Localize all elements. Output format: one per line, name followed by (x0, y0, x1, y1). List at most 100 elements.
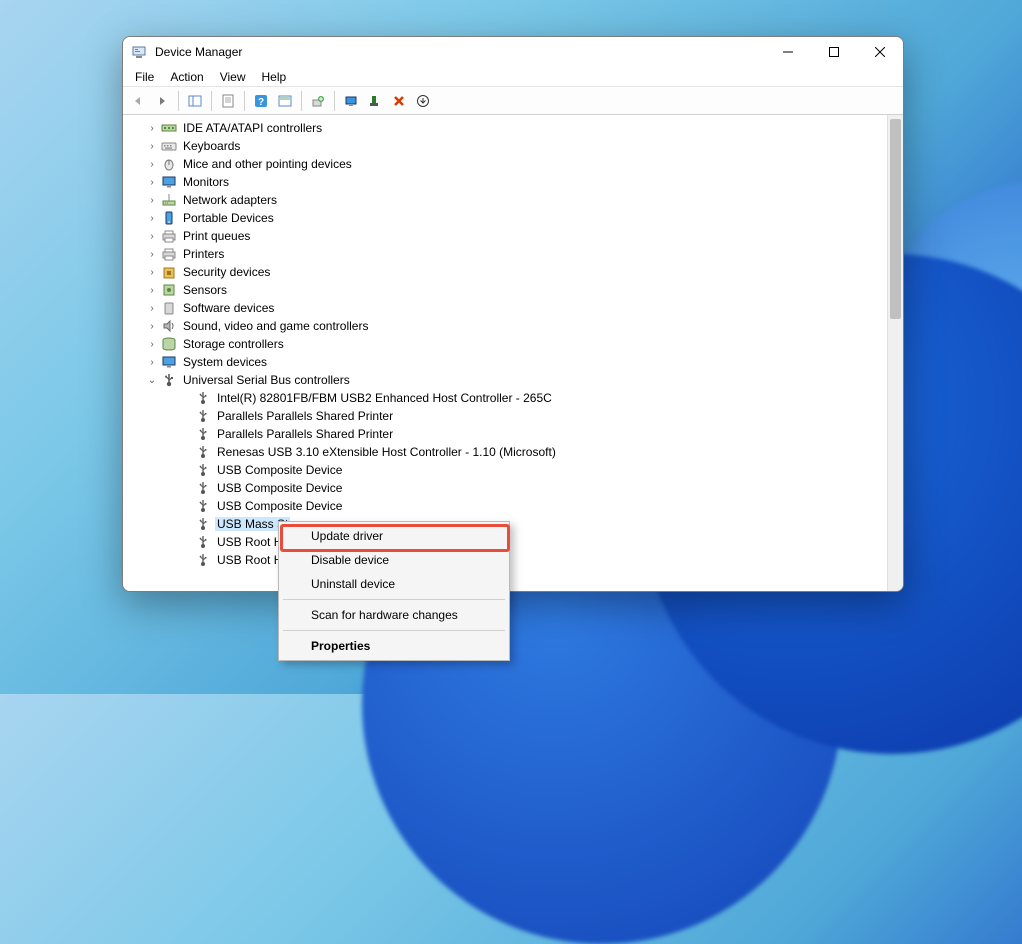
usb-icon (195, 426, 211, 442)
chevron-right-icon[interactable]: › (145, 303, 159, 314)
scrollbar-thumb[interactable] (890, 119, 901, 319)
content-area: ›IDE ATA/ATAPI controllers›Keyboards›Mic… (123, 115, 903, 591)
context-menu: Update driver Disable device Uninstall d… (278, 521, 510, 661)
system-icon (161, 354, 177, 370)
chevron-right-icon[interactable]: › (145, 321, 159, 332)
tree-node-label: Universal Serial Bus controllers (181, 373, 352, 387)
ctx-properties[interactable]: Properties (281, 634, 507, 658)
scan-hardware-button[interactable] (340, 90, 362, 112)
svg-text:?: ? (258, 97, 264, 108)
toolbar-separator (211, 91, 212, 111)
portable-icon (161, 210, 177, 226)
mouse-icon (161, 156, 177, 172)
tree-node-intel-r-82801fb-fbm-usb2-enhanced-host-c-0[interactable]: ›Intel(R) 82801FB/FBM USB2 Enhanced Host… (145, 389, 887, 407)
usbctrl-icon (161, 372, 177, 388)
tree-node-ide-ata-atapi-controllers[interactable]: ›IDE ATA/ATAPI controllers (145, 119, 887, 137)
uninstall-device-button[interactable] (388, 90, 410, 112)
maximize-button[interactable] (811, 37, 857, 67)
tree-node-label: Monitors (181, 175, 231, 189)
tree-node-label: Network adapters (181, 193, 279, 207)
usb-icon (195, 390, 211, 406)
forward-button[interactable] (151, 90, 173, 112)
security-icon (161, 264, 177, 280)
menu-help[interactable]: Help (256, 70, 293, 84)
tree-node-usb-root-hub-8[interactable]: ›USB Root Hu (145, 533, 887, 551)
tree-node-label: Storage controllers (181, 337, 286, 351)
chevron-right-icon[interactable]: › (145, 159, 159, 170)
menu-action[interactable]: Action (164, 70, 209, 84)
ctx-scan-hardware[interactable]: Scan for hardware changes (281, 603, 507, 627)
show-hide-tree-button[interactable] (184, 90, 206, 112)
tree-node-sensors[interactable]: ›Sensors (145, 281, 887, 299)
chevron-right-icon[interactable]: › (145, 267, 159, 278)
action-panel-button[interactable] (274, 90, 296, 112)
chevron-right-icon[interactable]: › (145, 123, 159, 134)
tree-node-usb-composite-device-5[interactable]: ›USB Composite Device (145, 479, 887, 497)
tree-node-parallels-parallels-shared-printer-2[interactable]: ›Parallels Parallels Shared Printer (145, 425, 887, 443)
tree-node-label: Mice and other pointing devices (181, 157, 354, 171)
chevron-right-icon[interactable]: › (145, 195, 159, 206)
tree-node-label: Parallels Parallels Shared Printer (215, 409, 395, 423)
chevron-down-icon[interactable]: ⌄ (145, 375, 159, 386)
tree-node-label: System devices (181, 355, 269, 369)
tree-node-usb-mass-storage-device-7[interactable]: ›USB Mass St (145, 515, 887, 533)
ctx-update-driver[interactable]: Update driver (281, 524, 507, 548)
chevron-right-icon[interactable]: › (145, 213, 159, 224)
usb-icon (195, 444, 211, 460)
disable-device-button[interactable] (412, 90, 434, 112)
tree-node-security-devices[interactable]: ›Security devices (145, 263, 887, 281)
software-icon (161, 300, 177, 316)
chevron-right-icon[interactable]: › (145, 357, 159, 368)
tree-node-portable-devices[interactable]: ›Portable Devices (145, 209, 887, 227)
ctx-disable-device[interactable]: Disable device (281, 548, 507, 572)
toolbar-separator (301, 91, 302, 111)
tree-node-parallels-parallels-shared-printer-1[interactable]: ›Parallels Parallels Shared Printer (145, 407, 887, 425)
minimize-button[interactable] (765, 37, 811, 67)
menubar: File Action View Help (123, 67, 903, 87)
usb-icon (195, 552, 211, 568)
device-tree[interactable]: ›IDE ATA/ATAPI controllers›Keyboards›Mic… (123, 115, 887, 591)
window-title: Device Manager (155, 45, 242, 59)
tree-node-usb-composite-device-4[interactable]: ›USB Composite Device (145, 461, 887, 479)
help-button[interactable]: ? (250, 90, 272, 112)
tree-node-label: USB Composite Device (215, 481, 344, 495)
close-button[interactable] (857, 37, 903, 67)
ctx-uninstall-device[interactable]: Uninstall device (281, 572, 507, 596)
chevron-right-icon[interactable]: › (145, 339, 159, 350)
update-driver-button[interactable] (307, 90, 329, 112)
tree-node-label: Keyboards (181, 139, 242, 153)
chevron-right-icon[interactable]: › (145, 285, 159, 296)
enable-device-button[interactable] (364, 90, 386, 112)
tree-node-usb-root-hub-9[interactable]: ›USB Root Hu (145, 551, 887, 569)
tree-node-usb-composite-device-6[interactable]: ›USB Composite Device (145, 497, 887, 515)
sensor-icon (161, 282, 177, 298)
tree-node-printers[interactable]: ›Printers (145, 245, 887, 263)
back-button[interactable] (127, 90, 149, 112)
properties-button[interactable] (217, 90, 239, 112)
usb-icon (195, 462, 211, 478)
tree-node-network-adapters[interactable]: › Network adapters (145, 191, 887, 209)
tree-node-universal-serial-bus-controllers[interactable]: ⌄ Universal Serial Bus controllers (145, 371, 887, 389)
tree-node-software-devices[interactable]: ›Software devices (145, 299, 887, 317)
printer-icon (161, 246, 177, 262)
tree-node-keyboards[interactable]: › Keyboards (145, 137, 887, 155)
tree-node-print-queues[interactable]: ›Print queues (145, 227, 887, 245)
tree-node-storage-controllers[interactable]: › Storage controllers (145, 335, 887, 353)
chevron-right-icon[interactable]: › (145, 141, 159, 152)
tree-node-system-devices[interactable]: › System devices (145, 353, 887, 371)
chevron-right-icon[interactable]: › (145, 249, 159, 260)
tree-node-sound-video-and-game-controllers[interactable]: ›Sound, video and game controllers (145, 317, 887, 335)
tree-node-label: USB Composite Device (215, 463, 344, 477)
network-icon (161, 192, 177, 208)
tree-node-monitors[interactable]: › Monitors (145, 173, 887, 191)
menu-view[interactable]: View (214, 70, 252, 84)
menu-file[interactable]: File (129, 70, 160, 84)
toolbar-separator (334, 91, 335, 111)
printq-icon (161, 228, 177, 244)
tree-node-mice-and-other-pointing-devices[interactable]: › Mice and other pointing devices (145, 155, 887, 173)
tree-node-renesas-usb-3-10-extensible-host-control-3[interactable]: ›Renesas USB 3.10 eXtensible Host Contro… (145, 443, 887, 461)
chevron-right-icon[interactable]: › (145, 231, 159, 242)
scrollbar[interactable] (887, 115, 903, 591)
keyboard-icon (161, 138, 177, 154)
chevron-right-icon[interactable]: › (145, 177, 159, 188)
